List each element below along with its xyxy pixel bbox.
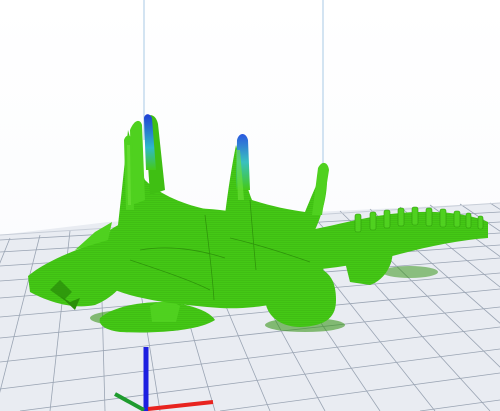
viewport-3d[interactable]: [0, 0, 500, 411]
scene: [0, 0, 500, 411]
